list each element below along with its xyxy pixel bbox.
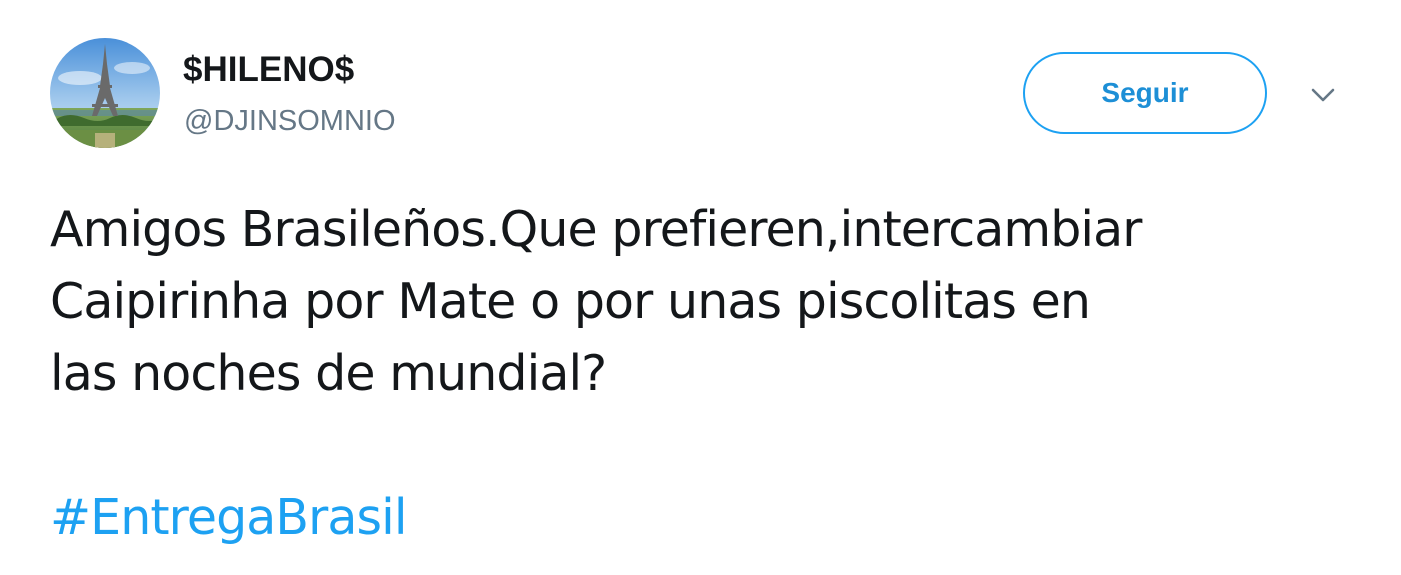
tweet-card: $HILENO$ @DJINSOMNIO Seguir Amigos Brasi… [0,0,1401,575]
user-avatar[interactable] [50,38,160,148]
tweet-text: Amigos Brasileños.Que prefieren,intercam… [50,194,1370,410]
chevron-down-icon[interactable] [1308,80,1338,110]
eiffel-tower-avatar-image [50,38,160,148]
username-handle[interactable]: @DJINSOMNIO [184,104,396,138]
tweet-text-line: Amigos Brasileños.Que prefieren,intercam… [50,201,1142,258]
hashtag-link[interactable]: #EntregaBrasil [50,482,407,554]
tweet-text-line: Caipirinha por Mate o por unas piscolita… [50,273,1091,330]
follow-button[interactable]: Seguir [1023,52,1267,134]
display-name[interactable]: $HILENO$ [183,50,354,90]
tweet-text-line: las noches de mundial? [50,345,607,402]
